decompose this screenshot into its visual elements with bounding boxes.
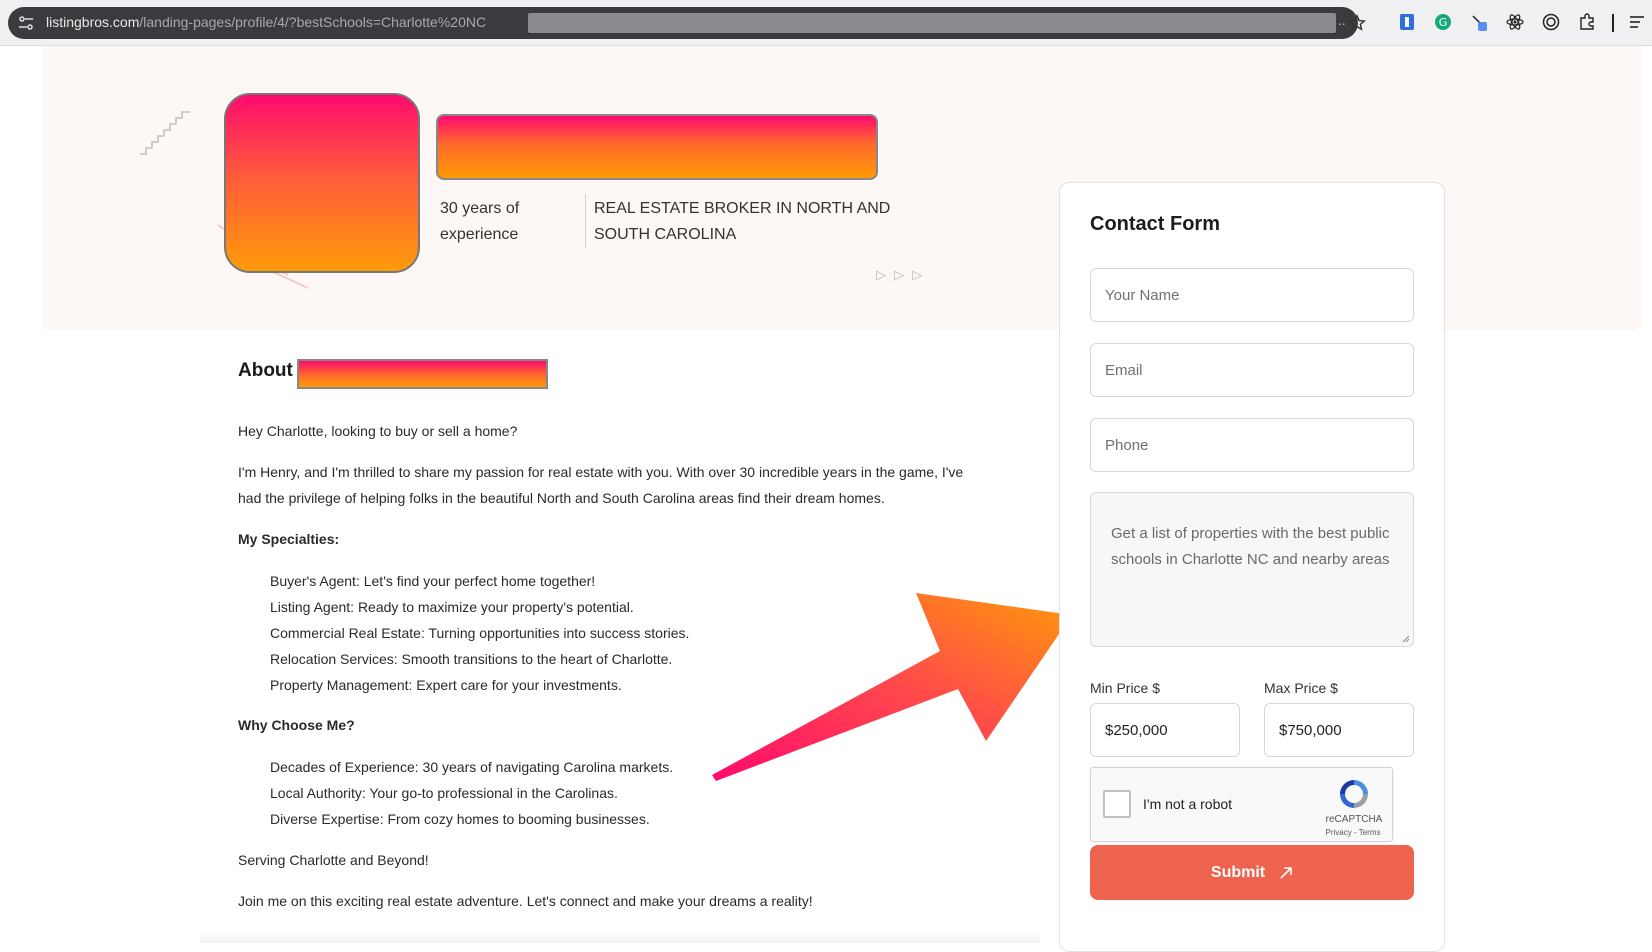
menu-icon[interactable] <box>1628 13 1646 31</box>
message-field[interactable]: Get a list of properties with the best p… <box>1090 492 1414 647</box>
site-settings-icon[interactable] <box>18 15 34 31</box>
recaptcha-links[interactable]: Privacy - Terms <box>1313 828 1393 837</box>
list-item: Diverse Expertise: From cozy homes to bo… <box>270 811 650 827</box>
url-path: /landing-pages/profile/4/?bestSchools=Ch… <box>139 14 487 30</box>
max-price-label: Max Price $ <box>1264 680 1338 696</box>
recaptcha-logo-icon <box>1340 780 1368 808</box>
about-name-redacted <box>297 359 548 389</box>
list-item: Buyer's Agent: Let's find your perfect h… <box>270 573 596 589</box>
hero-divider <box>585 194 586 248</box>
min-price-field[interactable] <box>1090 703 1240 757</box>
record-icon[interactable] <box>1542 13 1560 31</box>
list-item: Local Authority: Your go-to professional… <box>270 785 618 801</box>
email-field[interactable] <box>1090 343 1414 397</box>
recaptcha-brand: reCAPTCHA <box>1325 814 1383 825</box>
contact-form-card: Contact Form Get a list of properties wi… <box>1059 182 1445 952</box>
toolbar-divider <box>1612 14 1614 32</box>
triangle-arrows-decoration-icon: ▷ ▷ ▷ <box>876 268 925 283</box>
about-greeting: Hey Charlotte, looking to buy or sell a … <box>238 423 518 439</box>
specialties-heading: My Specialties: <box>238 531 340 547</box>
bookmark-star-icon[interactable] <box>1348 14 1366 32</box>
about-intro-line1: I'm Henry, and I'm thrilled to share my … <box>238 464 964 480</box>
list-item: Listing Agent: Ready to maximize your pr… <box>270 599 634 615</box>
pointer-arrow-icon <box>712 593 1072 781</box>
page-bottom-shadow <box>200 930 1040 943</box>
list-item: Commercial Real Estate: Turning opportun… <box>270 625 690 641</box>
pen-icon[interactable] <box>1470 13 1488 31</box>
url-redaction <box>528 13 1336 33</box>
react-icon[interactable] <box>1506 13 1524 31</box>
about-intro-line2: had the privilege of helping folks in th… <box>238 490 885 506</box>
browser-toolbar: listingbros.com/landing-pages/profile/4/… <box>0 0 1652 46</box>
experience-text: 30 years of experience <box>440 200 520 243</box>
agent-avatar-redacted <box>224 93 420 273</box>
url-text: listingbros.com/landing-pages/profile/4/… <box>46 14 486 30</box>
address-bar[interactable]: listingbros.com/landing-pages/profile/4/… <box>8 7 1358 39</box>
phone-field[interactable] <box>1090 418 1414 472</box>
arrow-up-right-icon <box>1280 866 1292 879</box>
max-price-field[interactable] <box>1264 703 1414 757</box>
role-text: REAL ESTATE BROKER IN NORTH AND SOUTH CA… <box>594 200 891 243</box>
name-field[interactable] <box>1090 268 1414 322</box>
why-heading: Why Choose Me? <box>238 717 355 733</box>
email-input[interactable] <box>1091 344 1413 396</box>
max-price-input[interactable] <box>1265 704 1413 756</box>
agent-name-redacted <box>436 114 878 180</box>
submit-button[interactable]: Submit <box>1090 845 1414 900</box>
puzzle-icon[interactable] <box>1578 13 1596 31</box>
url-ellipsis: .. <box>1338 14 1346 28</box>
phone-input[interactable] <box>1091 419 1413 471</box>
closing-text: Join me on this exciting real estate adv… <box>238 893 813 909</box>
serving-text: Serving Charlotte and Beyond! <box>238 852 429 868</box>
form-title: Contact Form <box>1090 213 1220 235</box>
list-item: Property Management: Expert care for you… <box>270 677 622 693</box>
submit-label: Submit <box>1210 863 1266 881</box>
recaptcha-checkbox[interactable] <box>1103 790 1131 818</box>
recaptcha-label: I'm not a robot <box>1143 796 1233 812</box>
min-price-label: Min Price $ <box>1090 680 1161 696</box>
url-host: listingbros.com <box>46 14 140 30</box>
recaptcha-widget: I'm not a robot reCAPTCHA Privacy - Term… <box>1090 767 1393 842</box>
message-textarea[interactable]: Get a list of properties with the best p… <box>1091 493 1413 646</box>
svg-text:G: G <box>1439 16 1448 29</box>
list-item: Decades of Experience: 30 years of navig… <box>270 759 674 775</box>
min-price-input[interactable] <box>1091 704 1239 756</box>
resize-grip-icon[interactable] <box>1402 635 1410 643</box>
extension-blue-icon[interactable] <box>1398 13 1416 31</box>
grammarly-icon[interactable]: G <box>1434 13 1452 31</box>
name-input[interactable] <box>1091 269 1413 321</box>
squiggle-decoration-icon <box>140 111 190 155</box>
list-item: Relocation Services: Smooth transitions … <box>270 651 673 667</box>
